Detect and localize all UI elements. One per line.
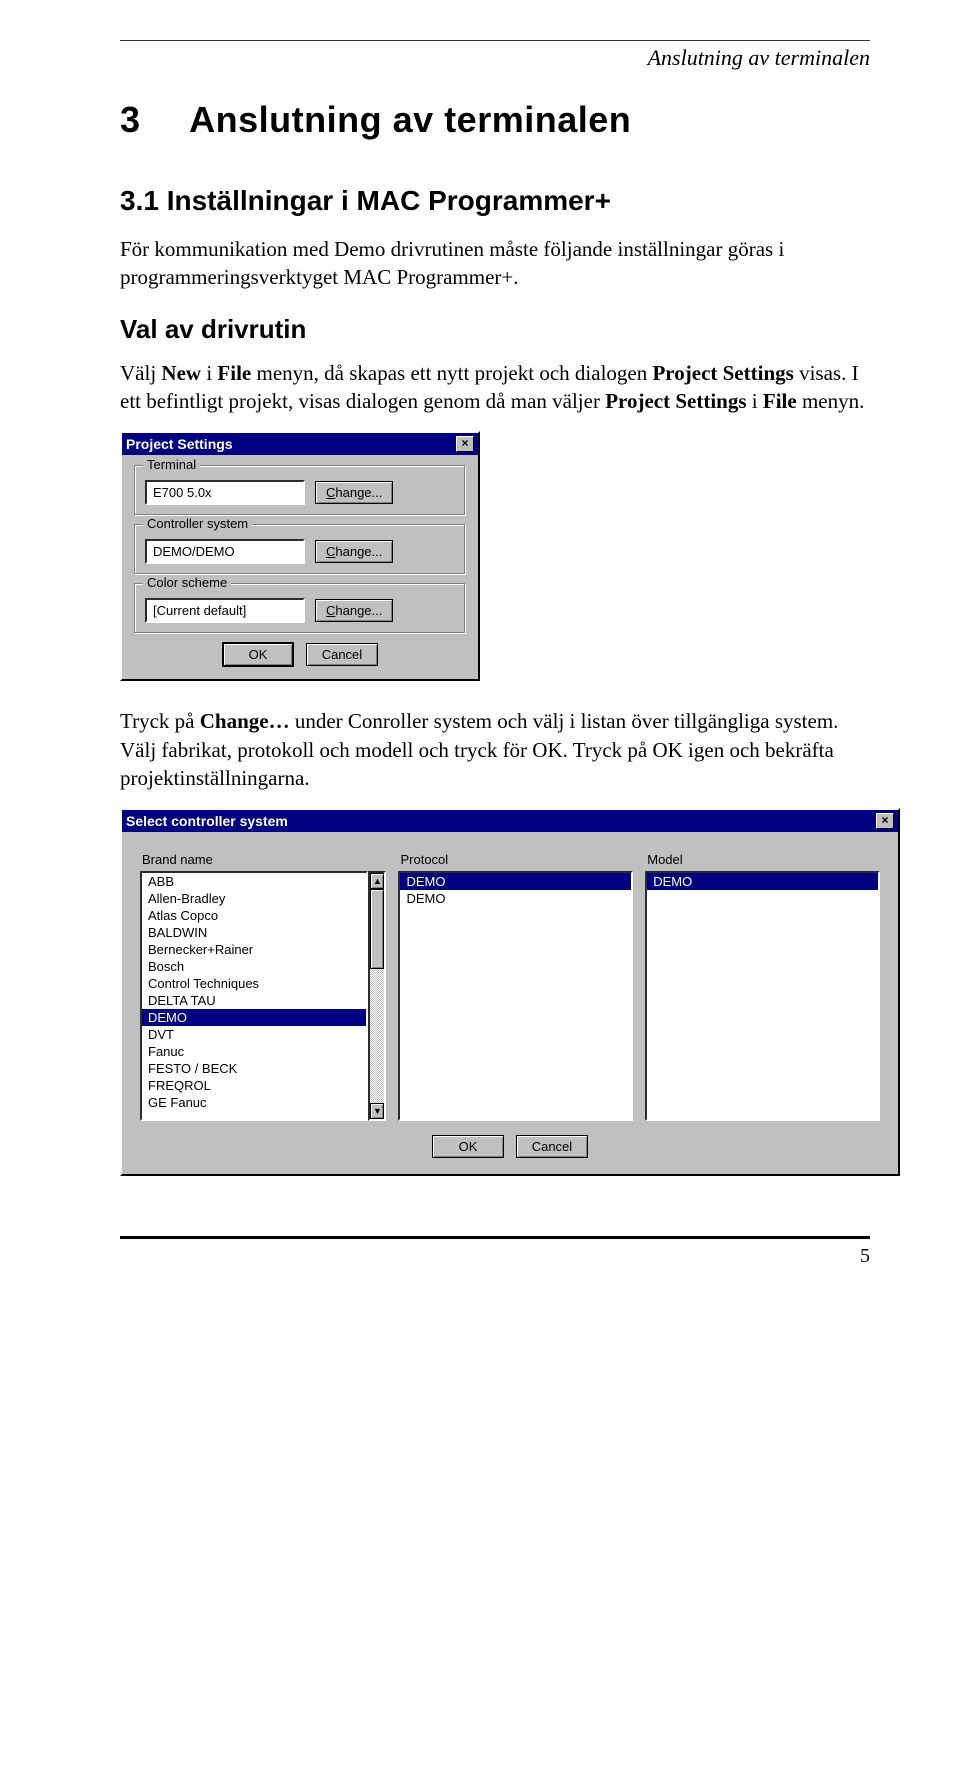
dialog-titlebar[interactable]: Select controller system × [122, 810, 898, 832]
list-item[interactable]: DELTA TAU [142, 992, 366, 1009]
scroll-thumb[interactable] [370, 889, 384, 969]
terminal-change-button[interactable]: Change... [315, 481, 393, 504]
protocol-listbox[interactable]: DEMODEMO [398, 871, 633, 1121]
scroll-track[interactable] [370, 889, 384, 1103]
ok-button[interactable]: OK [222, 642, 294, 667]
color-group-label: Color scheme [143, 575, 231, 590]
project-settings-dialog: Project Settings × Terminal E700 5.0x Ch… [120, 431, 480, 681]
list-item[interactable]: DVT [142, 1026, 366, 1043]
brand-listbox[interactable]: ABBAllen-BradleyAtlas CopcoBALDWINBernec… [140, 871, 368, 1121]
list-item[interactable]: DEMO [400, 873, 631, 890]
list-item[interactable]: FREQROL [142, 1077, 366, 1094]
running-header: Anslutning av terminalen [120, 45, 870, 71]
close-icon[interactable]: × [456, 436, 474, 452]
terminal-field[interactable]: E700 5.0x [145, 480, 305, 505]
text-bold: New [161, 361, 201, 385]
color-field[interactable]: [Current default] [145, 598, 305, 623]
section-number: 3.1 [120, 185, 159, 216]
text-bold: File [217, 361, 251, 385]
dialog-title: Project Settings [126, 436, 233, 452]
chapter-number: 3 [120, 99, 180, 141]
brand-column-label: Brand name [140, 852, 386, 867]
controller-field[interactable]: DEMO/DEMO [145, 539, 305, 564]
scroll-up-icon[interactable]: ▲ [370, 873, 384, 889]
paragraph-driver: Välj New i File menyn, då skapas ett nyt… [120, 359, 870, 416]
terminal-group-label: Terminal [143, 457, 200, 472]
dialog-titlebar[interactable]: Project Settings × [122, 433, 478, 455]
text: Tryck på [120, 709, 200, 733]
color-group: Color scheme [Current default] Change... [134, 583, 466, 634]
list-item[interactable]: Bernecker+Rainer [142, 941, 366, 958]
header-rule [120, 40, 870, 41]
text-bold: Project Settings [652, 361, 793, 385]
ok-button[interactable]: OK [432, 1135, 504, 1158]
list-item[interactable]: Allen-Bradley [142, 890, 366, 907]
brand-scrollbar[interactable]: ▲ ▼ [368, 871, 386, 1121]
text: menyn, då skapas ett nytt projekt och di… [251, 361, 652, 385]
list-item[interactable]: Bosch [142, 958, 366, 975]
text: menyn. [797, 389, 865, 413]
select-controller-dialog: Select controller system × Brand name AB… [120, 808, 900, 1176]
list-item[interactable]: DEMO [142, 1009, 366, 1026]
controller-change-button[interactable]: Change... [315, 540, 393, 563]
text-bold: Project Settings [605, 389, 746, 413]
color-change-button[interactable]: Change... [315, 599, 393, 622]
list-item[interactable]: DEMO [400, 890, 631, 907]
cancel-button[interactable]: Cancel [306, 643, 378, 666]
subsection-heading: Val av drivrutin [120, 314, 870, 345]
model-listbox[interactable]: DEMO [645, 871, 880, 1121]
text-bold: File [763, 389, 797, 413]
text-bold: Change… [200, 709, 290, 733]
list-item[interactable]: BALDWIN [142, 924, 366, 941]
chapter-title: Anslutning av terminalen [189, 99, 631, 140]
text: i [201, 361, 217, 385]
list-item[interactable]: Control Techniques [142, 975, 366, 992]
cancel-button[interactable]: Cancel [516, 1135, 588, 1158]
terminal-group: Terminal E700 5.0x Change... [134, 465, 466, 516]
protocol-column-label: Protocol [398, 852, 633, 867]
model-column-label: Model [645, 852, 880, 867]
dialog-title: Select controller system [126, 813, 288, 829]
list-item[interactable]: GE Fanuc [142, 1094, 366, 1111]
section-heading: 3.1 Inställningar i MAC Programmer+ [120, 185, 870, 217]
paragraph-change: Tryck på Change… under Conroller system … [120, 707, 870, 792]
close-icon[interactable]: × [876, 813, 894, 829]
paragraph-intro: För kommunikation med Demo drivrutinen m… [120, 235, 870, 292]
chapter-heading: 3 Anslutning av terminalen [120, 99, 870, 141]
page-number: 5 [120, 1245, 870, 1268]
list-item[interactable]: Atlas Copco [142, 907, 366, 924]
text: i [747, 389, 763, 413]
controller-group-label: Controller system [143, 516, 252, 531]
footer-rule [120, 1236, 870, 1239]
text: Välj [120, 361, 161, 385]
controller-group: Controller system DEMO/DEMO Change... [134, 524, 466, 575]
section-title: Inställningar i MAC Programmer+ [167, 185, 611, 216]
scroll-down-icon[interactable]: ▼ [370, 1103, 384, 1119]
list-item[interactable]: DEMO [647, 873, 878, 890]
list-item[interactable]: FESTO / BECK [142, 1060, 366, 1077]
list-item[interactable]: Fanuc [142, 1043, 366, 1060]
list-item[interactable]: ABB [142, 873, 366, 890]
